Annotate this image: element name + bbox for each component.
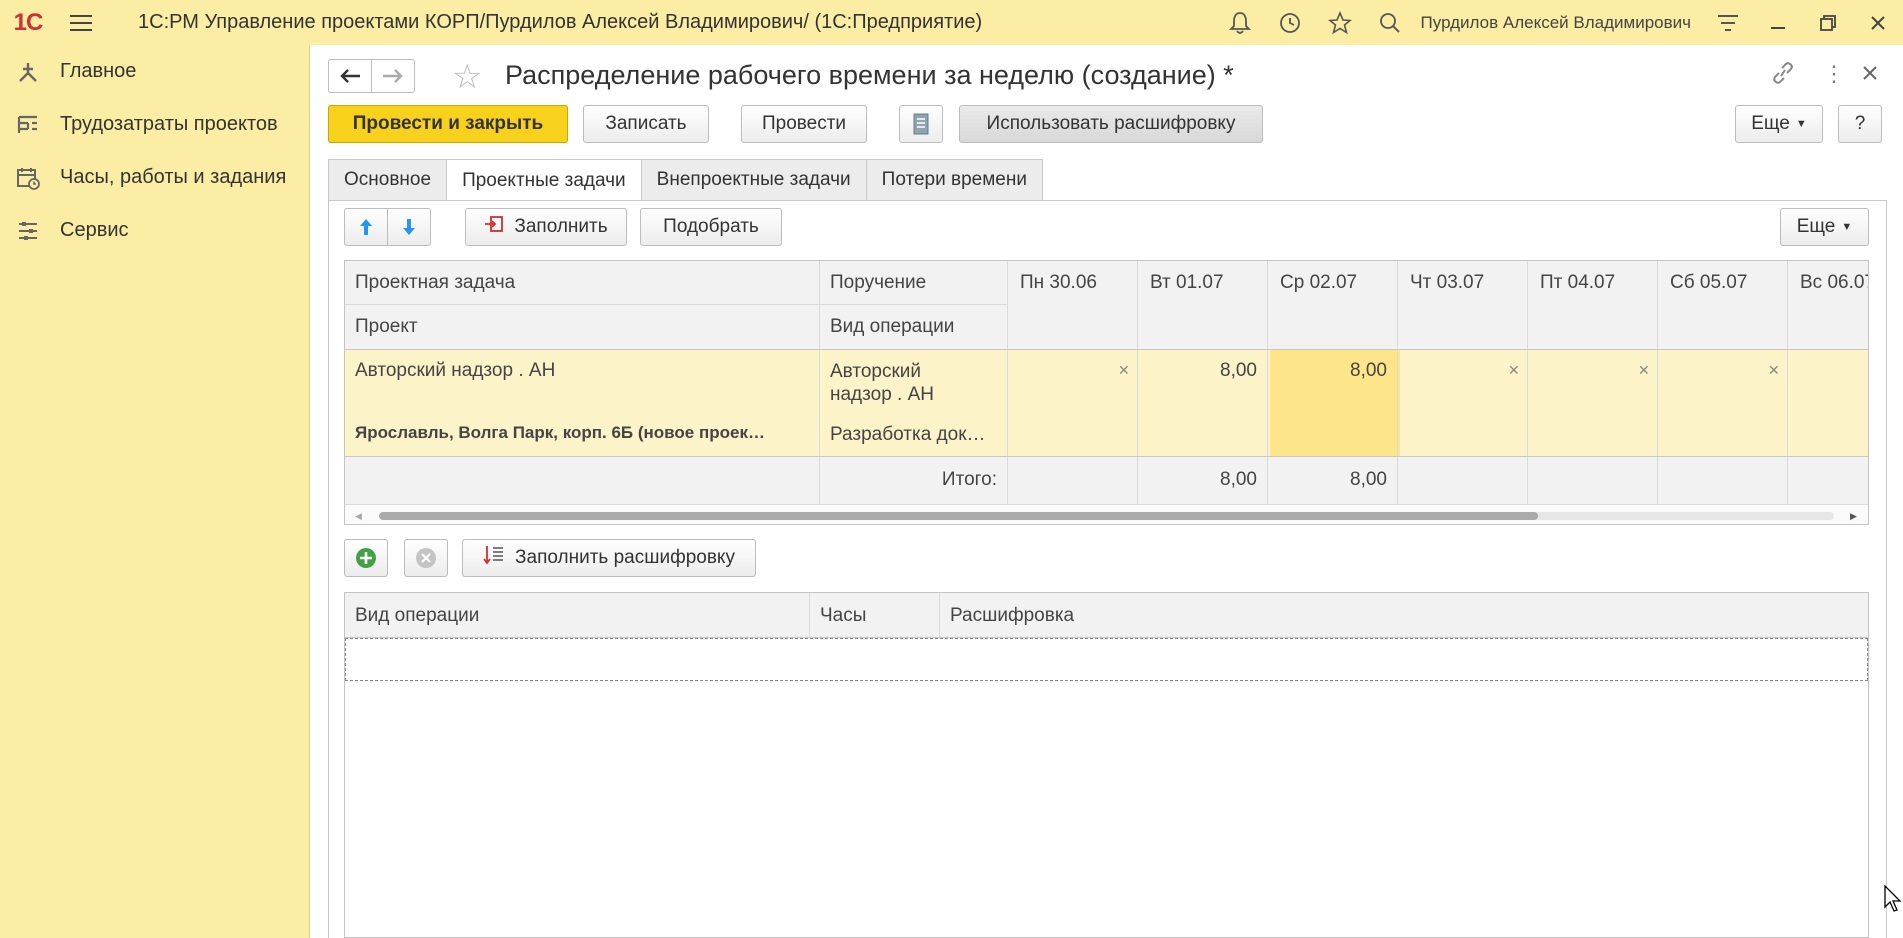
horizontal-scrollbar[interactable]: ◀ ▶ (345, 506, 1868, 524)
app-logo[interactable]: 1С (0, 0, 56, 45)
dropdown-arrow-icon: ▼ (1841, 221, 1853, 233)
clear-icon[interactable]: ✕ (1768, 362, 1780, 379)
post-button[interactable]: Провести (741, 105, 867, 143)
back-arrow-icon[interactable] (328, 59, 372, 93)
close-form-icon[interactable] (1862, 61, 1878, 87)
title-bar: 1С 1С:РМ Управление проектами КОРП/Пурди… (0, 0, 1903, 45)
header-day[interactable]: Вс 06.07 (1800, 272, 1868, 294)
settings-list-icon[interactable] (1703, 0, 1753, 45)
tab-nonproject-tasks[interactable]: Внепроектные задачи (640, 159, 867, 200)
scroll-left-icon[interactable]: ◀ (355, 511, 362, 522)
fill-breakdown-icon (483, 544, 505, 572)
sidebar-item-label: Трудозатраты проектов (60, 113, 278, 135)
row-task[interactable]: Авторский надзор . АН (355, 360, 555, 382)
report-icon[interactable] (899, 105, 943, 143)
page-title: Распределение рабочего времени за неделю… (505, 60, 1234, 90)
sidebar-item-project-labor[interactable]: Трудозатраты проектов (0, 98, 308, 151)
fill-breakdown-button[interactable]: Заполнить расшифровку (462, 539, 756, 577)
forward-arrow-icon[interactable] (371, 59, 415, 93)
breakdown-table: Вид операции Часы Расшифровка (344, 592, 1869, 938)
header-assignment[interactable]: Поручение (830, 272, 926, 294)
header-day[interactable]: Пт 04.07 (1540, 272, 1615, 294)
clear-icon[interactable]: ✕ (1118, 362, 1130, 379)
tab-project-tasks[interactable]: Проектные задачи (446, 159, 642, 201)
mouse-cursor-icon (1884, 884, 1902, 919)
scroll-right-icon[interactable]: ▶ (1850, 511, 1857, 522)
scrollbar-thumb[interactable] (379, 512, 1538, 520)
header-day[interactable]: Чт 03.07 (1410, 272, 1484, 294)
tab-time-losses[interactable]: Потери времени (865, 159, 1043, 200)
hierarchy-icon (14, 111, 42, 139)
favorites-star-icon[interactable] (1315, 0, 1365, 45)
sidebar-item-label: Сервис (60, 219, 129, 241)
pick-button[interactable]: Подобрать (640, 208, 782, 246)
header-hours[interactable]: Часы (820, 605, 866, 627)
row-operation[interactable]: Разработка док… (830, 424, 986, 446)
more-vertical-icon[interactable]: ⋮ (1823, 61, 1845, 87)
move-up-icon[interactable] (344, 208, 388, 246)
main-menu-icon[interactable] (70, 0, 100, 45)
calendar-icon (14, 164, 42, 192)
user-name[interactable]: Пурдилов Алексей Владимирович (1415, 13, 1703, 33)
header-day[interactable]: Пн 30.06 (1020, 272, 1097, 294)
sidebar-item-main[interactable]: Главное (0, 45, 308, 98)
bell-icon[interactable] (1215, 0, 1265, 45)
search-icon[interactable] (1365, 0, 1415, 45)
header-operation[interactable]: Вид операции (830, 316, 954, 338)
sidebar-item-label: Главное (60, 60, 137, 82)
fill-breakdown-label: Заполнить расшифровку (515, 547, 735, 568)
tab-bar: Основное Проектные задачи Внепроектные з… (328, 159, 1043, 201)
save-button[interactable]: Записать (583, 105, 709, 143)
hours-cell[interactable]: 8,00 (1141, 360, 1257, 382)
row-assignment[interactable]: Авторский надзор . АН (830, 360, 950, 406)
sidebar-item-hours[interactable]: Часы, работы и задания (0, 151, 308, 204)
more-menu-label: Еще (1751, 113, 1790, 134)
clear-icon[interactable]: ✕ (1508, 362, 1520, 379)
sidebar: Главное Трудозатраты проектов Часы, рабо… (0, 45, 308, 938)
total-value: 8,00 (1220, 469, 1257, 490)
use-breakdown-toggle[interactable]: Использовать расшифровку (959, 105, 1263, 143)
settings-icon (14, 217, 42, 245)
row-project[interactable]: Ярославль, Волга Парк, корп. 6Б (новое п… (355, 423, 765, 443)
dropdown-arrow-icon: ▼ (1795, 118, 1807, 130)
close-window-icon[interactable] (1853, 0, 1903, 45)
tab-main[interactable]: Основное (328, 159, 448, 200)
header-day[interactable]: Ср 02.07 (1280, 272, 1357, 294)
total-value: 8,00 (1350, 469, 1387, 490)
restore-icon[interactable] (1803, 0, 1853, 45)
post-and-close-button[interactable]: Провести и закрыть (328, 105, 568, 143)
home-icon (14, 58, 42, 86)
add-row-icon[interactable] (344, 539, 388, 577)
tasks-table: Проектная задача Проект Поручение Вид оп… (344, 260, 1869, 525)
sidebar-item-label: Часы, работы и задания (60, 166, 287, 188)
link-icon[interactable] (1770, 61, 1796, 91)
document-form: ☆ Распределение рабочего времени за неде… (309, 45, 1903, 938)
minimize-icon[interactable] (1753, 0, 1803, 45)
hours-cell[interactable]: 8,00 (1271, 360, 1387, 382)
delete-row-icon[interactable] (404, 539, 448, 577)
empty-row[interactable] (345, 638, 1868, 681)
header-task[interactable]: Проектная задача (355, 272, 515, 294)
header-breakdown[interactable]: Расшифровка (950, 605, 1074, 627)
clear-icon[interactable]: ✕ (1638, 362, 1650, 379)
history-icon[interactable] (1265, 0, 1315, 45)
more-menu-button[interactable]: Еще ▼ (1735, 105, 1823, 143)
header-day[interactable]: Сб 05.07 (1670, 272, 1747, 294)
tasks-more-button[interactable]: Еще ▼ (1780, 208, 1869, 246)
move-down-icon[interactable] (387, 208, 431, 246)
sidebar-item-service[interactable]: Сервис (0, 204, 308, 257)
header-day[interactable]: Вт 01.07 (1150, 272, 1224, 294)
fill-button[interactable]: Заполнить (465, 208, 627, 246)
fill-label: Заполнить (514, 216, 608, 237)
help-button[interactable]: ? (1838, 105, 1882, 143)
header-project[interactable]: Проект (355, 316, 418, 338)
tasks-more-label: Еще (1796, 216, 1836, 237)
favorite-star-icon[interactable]: ☆ (452, 57, 482, 97)
fill-icon (484, 215, 504, 239)
header-operation[interactable]: Вид операции (355, 605, 479, 627)
total-label: Итого: (941, 469, 997, 490)
app-title: 1С:РМ Управление проектами КОРП/Пурдилов… (138, 11, 983, 33)
